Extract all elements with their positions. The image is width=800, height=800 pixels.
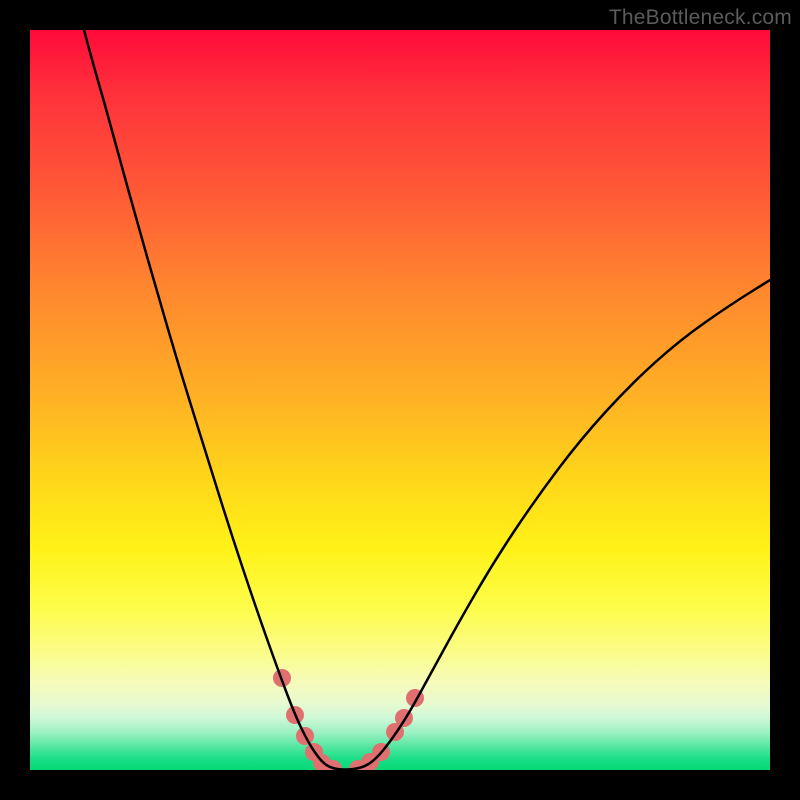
watermark-text: TheBottleneck.com: [609, 6, 792, 30]
plot-area: [30, 30, 770, 770]
highlight-marker-group: [273, 669, 424, 770]
chart-stage: TheBottleneck.com: [0, 0, 800, 800]
chart-svg: [30, 30, 770, 770]
bottleneck-curve-path: [84, 30, 770, 770]
